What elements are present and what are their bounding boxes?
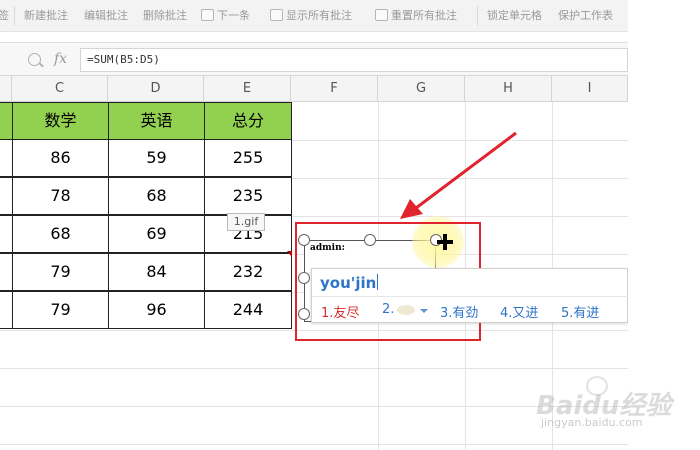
ime-candidate-panel[interactable]: you'jin 1.友尽 2. 3.有劲 4.又进 5.有进 — [311, 268, 629, 323]
column-header-b[interactable] — [0, 76, 12, 102]
column-header-f[interactable]: F — [291, 76, 378, 102]
header-english[interactable]: 英语 — [108, 102, 205, 140]
next-icon — [201, 9, 214, 21]
toolbar-partial-label: 签 — [0, 9, 9, 22]
ime-divider — [312, 296, 629, 297]
table-cell[interactable]: 96 — [108, 291, 205, 329]
grid-line — [0, 444, 628, 445]
reset-all-comments-button[interactable]: 重置所有批注 — [375, 7, 457, 23]
chevron-down-icon[interactable] — [420, 309, 428, 313]
candidate-3[interactable]: 3.有劲 — [440, 302, 478, 321]
table-cell[interactable]: 235 — [204, 177, 292, 215]
column-header-h[interactable]: H — [465, 76, 552, 102]
new-comment-button[interactable]: 新建批注 — [24, 7, 68, 23]
table-cell[interactable]: 86 — [12, 139, 109, 177]
table-cell[interactable]: 79 — [12, 253, 109, 291]
grid-line — [0, 368, 628, 369]
column-header-e[interactable]: E — [204, 76, 291, 102]
table-cell[interactable]: 255 — [204, 139, 292, 177]
candidate-1[interactable]: 1.友尽 — [321, 302, 359, 321]
show-comments-icon — [270, 9, 283, 21]
candidate-5[interactable]: 5.有进 — [561, 302, 599, 321]
watermark-url: jingyan.baidu.com — [541, 416, 643, 429]
table-cell[interactable]: 68 — [108, 177, 205, 215]
delete-comment-button[interactable]: 删除批注 — [143, 7, 187, 23]
edit-comment-label: 编辑批注 — [84, 9, 128, 22]
text-caret — [377, 274, 379, 290]
toolbar-divider — [14, 6, 15, 26]
next-comment-label: 下一条 — [217, 9, 250, 22]
header-total[interactable]: 总分 — [204, 102, 292, 140]
reset-comments-icon — [375, 9, 388, 21]
edit-comment-button[interactable]: 编辑批注 — [84, 7, 128, 23]
show-all-comments-label: 显示所有批注 — [286, 9, 352, 22]
reset-all-comments-label: 重置所有批注 — [391, 9, 457, 22]
table-cell[interactable]: 59 — [108, 139, 205, 177]
table-cell[interactable]: 78 — [12, 177, 109, 215]
image-tooltip: 1.gif — [227, 213, 265, 231]
column-header-d[interactable]: D — [108, 76, 204, 102]
next-comment-button[interactable]: 下一条 — [201, 7, 250, 23]
table-cell[interactable]: 79 — [12, 291, 109, 329]
table-cell[interactable]: 232 — [204, 253, 292, 291]
review-toolbar: 签 新建批注 编辑批注 删除批注 下一条 显示所有批注 重置所有批注 锁定单元格… — [0, 0, 628, 32]
column-header-g[interactable]: G — [378, 76, 465, 102]
ime-composition: you'jin — [320, 274, 379, 292]
lock-cell-button[interactable]: 锁定单元格 — [487, 7, 542, 23]
candidate-4[interactable]: 4.又进 — [500, 302, 538, 321]
candidate-2-label: 2. — [382, 302, 395, 317]
toolbar-divider — [477, 6, 478, 26]
toolbar-partial-item[interactable]: 签 — [0, 7, 9, 23]
new-comment-label: 新建批注 — [24, 9, 68, 22]
arrow-shaft — [415, 131, 517, 210]
protect-sheet-label: 保护工作表 — [558, 9, 613, 22]
column-header-c[interactable]: C — [12, 76, 108, 102]
delete-comment-label: 删除批注 — [143, 9, 187, 22]
protect-sheet-button[interactable]: 保护工作表 — [558, 7, 613, 23]
fx-icon[interactable]: fx — [54, 51, 67, 67]
comment-indicator — [287, 251, 292, 257]
table-cell[interactable]: 84 — [108, 253, 205, 291]
formula-bar: fx =SUM(B5:D5) — [0, 42, 628, 76]
table-cell[interactable]: 68 — [12, 215, 109, 253]
ime-typed-text: you'jin — [320, 274, 377, 292]
zoom-icon[interactable] — [28, 53, 41, 66]
emoji-icon — [397, 304, 416, 315]
spreadsheet-window: 签 新建批注 编辑批注 删除批注 下一条 显示所有批注 重置所有批注 锁定单元格… — [0, 0, 700, 450]
table-cell[interactable]: 69 — [108, 215, 205, 253]
table-cell[interactable]: 244 — [204, 291, 292, 329]
right-blank-area — [628, 0, 700, 450]
column-header-i[interactable]: I — [552, 76, 628, 102]
formula-input[interactable]: =SUM(B5:D5) — [80, 48, 628, 72]
candidate-2[interactable]: 2. — [382, 302, 416, 317]
show-all-comments-button[interactable]: 显示所有批注 — [270, 7, 352, 23]
header-math[interactable]: 数学 — [12, 102, 109, 140]
lock-cell-label: 锁定单元格 — [487, 9, 542, 22]
grid-line — [0, 406, 628, 407]
